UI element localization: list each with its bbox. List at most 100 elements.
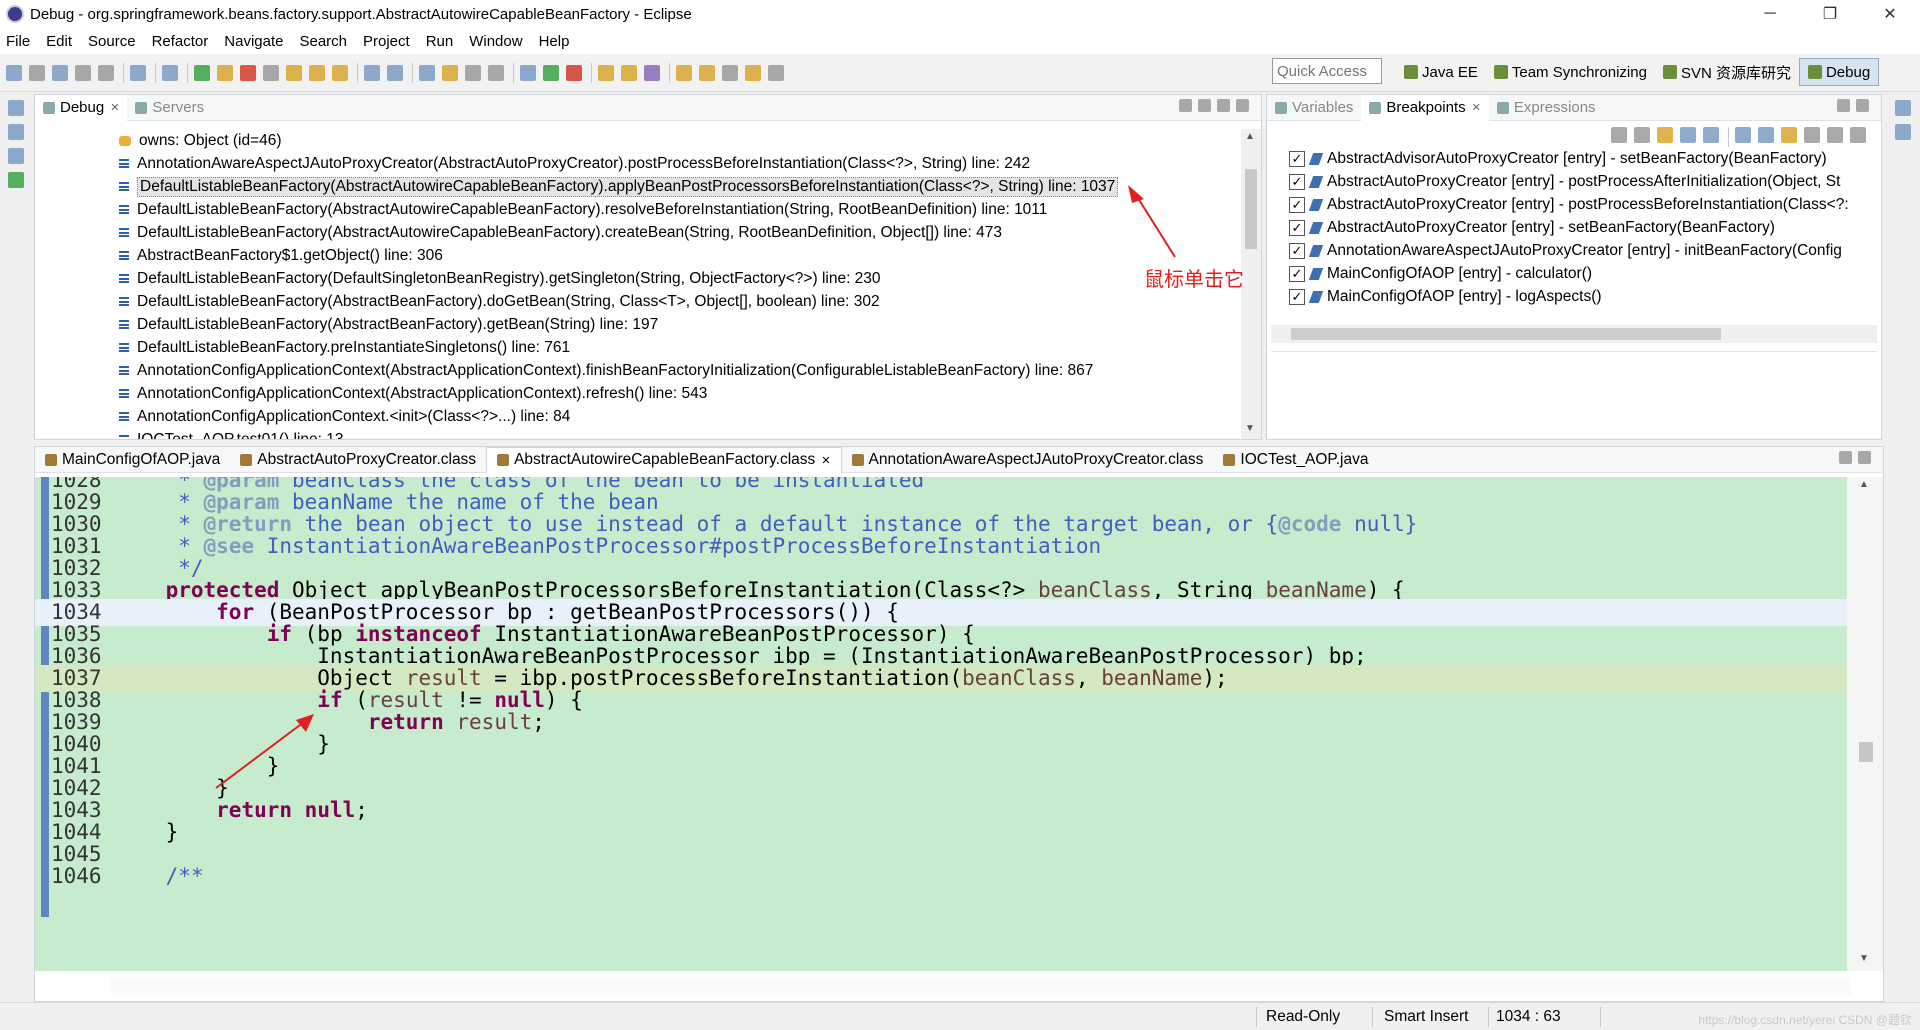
stack-frame[interactable]: AnnotationConfigApplicationContext.<init… xyxy=(35,405,1240,428)
code-line[interactable]: 1046 /** xyxy=(35,863,1849,890)
minimize-editor-icon[interactable] xyxy=(1839,451,1852,464)
scroll-thumb[interactable] xyxy=(1291,328,1721,340)
step-into-icon[interactable] xyxy=(286,64,302,81)
tab-debug[interactable]: Debug ✕ xyxy=(35,94,128,121)
stack-frame[interactable]: DefaultListableBeanFactory(AbstractAutow… xyxy=(35,198,1240,221)
perspective-0[interactable]: Java EE xyxy=(1396,58,1486,86)
perspective-1[interactable]: Team Synchronizing xyxy=(1486,58,1655,86)
show-supported-icon[interactable] xyxy=(1657,127,1673,143)
resume-icon[interactable] xyxy=(194,64,210,81)
maximize-view-icon[interactable] xyxy=(1856,99,1869,112)
scroll-up-icon[interactable]: ▲ xyxy=(1245,131,1255,142)
close-icon[interactable]: ✕ xyxy=(821,454,830,467)
scroll-down-icon[interactable]: ▼ xyxy=(1245,423,1255,434)
stack-frame[interactable]: DefaultListableBeanFactory(DefaultSingle… xyxy=(35,267,1240,290)
maximize-editor-icon[interactable] xyxy=(1858,451,1871,464)
use-step-filters-icon[interactable] xyxy=(387,64,403,81)
restore-view-icon[interactable] xyxy=(8,100,24,116)
disconnect-icon[interactable] xyxy=(263,64,279,81)
external-tools-icon[interactable] xyxy=(566,64,582,81)
menu-search[interactable]: Search xyxy=(299,33,347,50)
expand-all-icon[interactable] xyxy=(1735,127,1751,143)
stack-frame[interactable]: AnnotationConfigApplicationContext(Abstr… xyxy=(35,382,1240,405)
stack-frame[interactable]: DefaultListableBeanFactory(AbstractAutow… xyxy=(35,175,1240,198)
tab-variables[interactable]: Variables xyxy=(1267,95,1361,121)
stack-frame[interactable]: DefaultListableBeanFactory(AbstractAutow… xyxy=(35,221,1240,244)
last-edit-icon[interactable] xyxy=(722,64,738,81)
close-icon[interactable]: ✕ xyxy=(110,101,119,114)
minimize-icon[interactable]: ─ xyxy=(1740,5,1800,23)
menu-navigate[interactable]: Navigate xyxy=(224,33,283,50)
remove-breakpoint-icon[interactable] xyxy=(1611,127,1627,143)
monitor-item[interactable]: owns: Object (id=46) xyxy=(35,129,1240,152)
breakpoint-item[interactable]: ✓ AbstractAutoProxyCreator [entry] - post… xyxy=(1289,170,1879,193)
breakpoint-checkbox[interactable]: ✓ xyxy=(1289,150,1305,167)
scroll-down-icon[interactable]: ▼ xyxy=(1859,953,1869,964)
outline-icon[interactable] xyxy=(8,172,24,188)
breakpoint-checkbox[interactable]: ✓ xyxy=(1289,196,1305,213)
add-java-exception-icon[interactable] xyxy=(1804,127,1820,143)
editor-scrollbar[interactable]: ▲ ▼ xyxy=(1847,477,1883,971)
editor-tab[interactable]: AbstractAutoProxyCreator.class xyxy=(230,447,486,473)
perspective-3[interactable]: Debug xyxy=(1798,58,1880,86)
menu-window[interactable]: Window xyxy=(469,33,522,50)
tab-breakpoints[interactable]: Breakpoints ✕ xyxy=(1361,94,1489,121)
terminate-icon[interactable] xyxy=(240,64,256,81)
restore-icon[interactable]: ❐ xyxy=(1800,4,1860,24)
menu-edit[interactable]: Edit xyxy=(46,33,72,50)
stack-frame[interactable]: IOCTest_AOP.test01() line: 13 xyxy=(35,428,1240,439)
stack-frame[interactable]: AbstractBeanFactory$1.getObject() line: … xyxy=(35,244,1240,267)
breakpoint-item[interactable]: ✓ AnnotationAwareAspectJAutoProxyCreator … xyxy=(1289,239,1879,262)
edit-icon[interactable] xyxy=(442,64,458,81)
menu-file[interactable]: File xyxy=(6,33,30,50)
open-type-icon[interactable] xyxy=(598,64,614,81)
editor-tab[interactable]: IOCTest_AOP.java xyxy=(1213,447,1378,473)
maximize-view-icon[interactable] xyxy=(1236,99,1249,112)
view-menu-icon[interactable] xyxy=(1198,99,1211,112)
scroll-up-icon[interactable]: ▲ xyxy=(1859,479,1869,490)
drop-to-frame-icon[interactable] xyxy=(364,64,380,81)
breakpoint-item[interactable]: ✓ AbstractAdvisorAutoProxyCreator [entry]… xyxy=(1289,147,1879,170)
menu-help[interactable]: Help xyxy=(539,33,570,50)
breakpoint-item[interactable]: ✓ AbstractAutoProxyCreator [entry] - setB… xyxy=(1289,216,1879,239)
debug-config-icon[interactable] xyxy=(520,64,536,81)
minimize-view-icon[interactable] xyxy=(1217,99,1230,112)
perspective-2[interactable]: SVN 资源库研究 xyxy=(1655,58,1799,86)
step-over-icon[interactable] xyxy=(309,64,325,81)
close-icon[interactable]: ✕ xyxy=(1860,4,1920,24)
breakpoint-checkbox[interactable]: ✓ xyxy=(1289,219,1305,236)
stack-frame[interactable]: DefaultListableBeanFactory.preInstantiat… xyxy=(35,336,1240,359)
breakpoints-hscrollbar[interactable] xyxy=(1271,325,1877,343)
stack-frame[interactable]: AnnotationAwareAspectJAutoProxyCreator(A… xyxy=(35,152,1240,175)
debug-scrollbar[interactable]: ▲ ▼ xyxy=(1241,129,1261,439)
menu-refactor[interactable]: Refactor xyxy=(152,33,209,50)
skip-breakpoints-icon[interactable] xyxy=(162,64,178,81)
prev-annotation-icon[interactable] xyxy=(699,64,715,81)
suspend-icon[interactable] xyxy=(217,64,233,81)
menu-source[interactable]: Source xyxy=(88,33,136,50)
terminal-icon[interactable] xyxy=(130,64,146,81)
breakpoint-item[interactable]: ✓ MainConfigOfAOP [entry] - calculator() xyxy=(1289,262,1879,285)
dropdown-icon[interactable] xyxy=(29,64,45,81)
view-menu-icon[interactable] xyxy=(1850,127,1866,143)
watch-icon[interactable] xyxy=(488,64,504,81)
outline-right-icon[interactable] xyxy=(1895,124,1911,140)
breakpoint-checkbox[interactable]: ✓ xyxy=(1289,288,1305,305)
import-icon[interactable] xyxy=(1827,127,1843,143)
save-all-icon[interactable] xyxy=(98,64,114,81)
breakpoint-checkbox[interactable]: ✓ xyxy=(1289,173,1305,190)
quick-access-input[interactable] xyxy=(1272,58,1382,84)
package-explorer-icon[interactable] xyxy=(8,124,24,140)
run-icon[interactable] xyxy=(543,64,559,81)
search-icon[interactable] xyxy=(644,64,660,81)
breakpoint-checkbox[interactable]: ✓ xyxy=(1289,242,1305,259)
remove-terminated-icon[interactable] xyxy=(1179,99,1192,112)
inspect-icon[interactable] xyxy=(419,64,435,81)
breakpoint-checkbox[interactable]: ✓ xyxy=(1289,265,1305,282)
stack-frame[interactable]: DefaultListableBeanFactory(AbstractBeanF… xyxy=(35,290,1240,313)
open-icon[interactable] xyxy=(52,64,68,81)
minimize-view-icon[interactable] xyxy=(1837,99,1850,112)
editor-tab[interactable]: AbstractAutowireCapableBeanFactory.class… xyxy=(486,446,842,473)
goto-file-icon[interactable] xyxy=(1680,127,1696,143)
editor-tab[interactable]: AnnotationAwareAspectJAutoProxyCreator.c… xyxy=(842,447,1214,473)
